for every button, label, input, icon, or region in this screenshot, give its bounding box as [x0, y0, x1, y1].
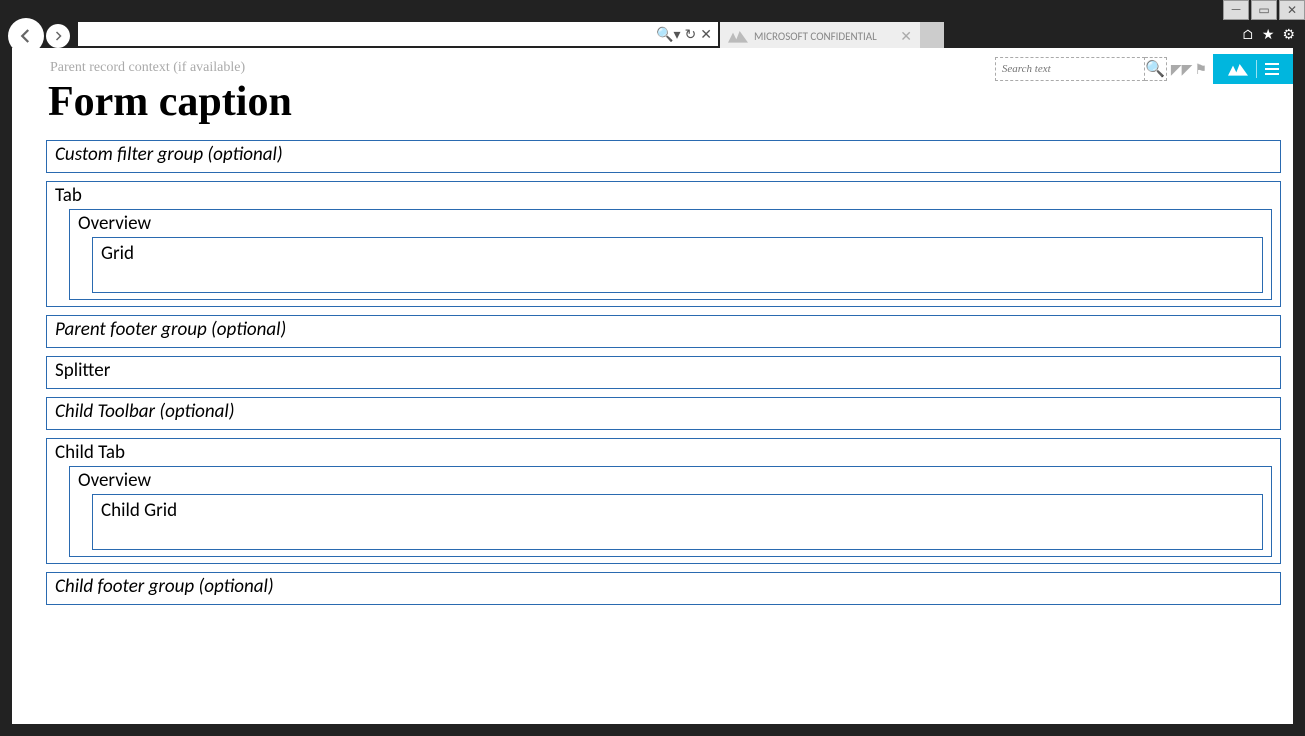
home-icon[interactable]: ⌂: [1242, 26, 1254, 43]
child-grid-label: Child Grid: [101, 499, 177, 522]
close-window-button[interactable]: ✕: [1279, 0, 1305, 20]
arrow-right-icon: [52, 30, 64, 42]
flag-left-icon[interactable]: ◤◤: [1171, 61, 1193, 78]
stop-icon[interactable]: ✕: [700, 26, 712, 43]
refresh-icon[interactable]: ↻: [685, 26, 697, 43]
logo-icon: [1228, 62, 1248, 76]
custom-filter-group: Custom filter group (optional): [46, 140, 1281, 173]
address-bar[interactable]: 🔍▾ ↻ ✕: [78, 22, 718, 46]
child-overview-label: Overview: [78, 469, 1263, 492]
child-tab-group: Child Tab Overview Child Grid: [46, 438, 1281, 564]
parent-footer-label: Parent footer group (optional): [55, 318, 286, 341]
child-overview-group: Overview Child Grid: [69, 466, 1272, 557]
splitter-label: Splitter: [55, 359, 110, 382]
tab-label: Tab: [55, 184, 1272, 207]
layout-groups: Custom filter group (optional) Tab Overv…: [46, 140, 1281, 716]
close-tab-icon[interactable]: ✕: [900, 28, 912, 45]
page-content: 🔍 ◤◤ ⚑ Parent record context (if availab…: [12, 48, 1293, 724]
overview-group: Overview Grid: [69, 209, 1272, 300]
overview-label: Overview: [78, 212, 1263, 235]
hamburger-icon: [1265, 63, 1279, 75]
app-menu[interactable]: [1213, 54, 1293, 84]
breadcrumb: Parent record context (if available): [50, 60, 245, 76]
search-icon[interactable]: 🔍: [1145, 57, 1167, 81]
custom-filter-label: Custom filter group (optional): [55, 143, 283, 166]
child-tab-label: Child Tab: [55, 441, 1272, 464]
separator: [1256, 60, 1257, 78]
child-grid-group: Child Grid: [92, 494, 1263, 550]
window-controls: — ▭ ✕: [1223, 0, 1305, 20]
arrow-left-icon: [17, 27, 35, 45]
child-toolbar-group: Child Toolbar (optional): [46, 397, 1281, 430]
parent-footer-group: Parent footer group (optional): [46, 315, 1281, 348]
window-top-strip: [0, 0, 1305, 20]
grid-group: Grid: [92, 237, 1263, 293]
browser-toolbar: 🔍▾ ↻ ✕ MICROSOFT CONFIDENTIAL ✕ ⌂ ★ ⚙: [0, 20, 1305, 48]
flag-right-icon[interactable]: ⚑: [1194, 61, 1207, 78]
maximize-button[interactable]: ▭: [1251, 0, 1277, 20]
page-title: Form caption: [48, 78, 292, 126]
browser-chrome-icons: ⌂ ★ ⚙: [1242, 26, 1295, 43]
flag-icons: ◤◤ ⚑: [1171, 61, 1207, 78]
forward-button[interactable]: [46, 24, 70, 48]
minimize-button[interactable]: —: [1223, 0, 1249, 20]
tab-logo-icon: [728, 29, 748, 43]
child-toolbar-label: Child Toolbar (optional): [55, 400, 235, 423]
grid-label: Grid: [101, 242, 134, 265]
splitter-group: Splitter: [46, 356, 1281, 389]
tab-group: Tab Overview Grid: [46, 181, 1281, 307]
content-toolbar: 🔍 ◤◤ ⚑: [995, 54, 1293, 84]
child-footer-label: Child footer group (optional): [55, 575, 274, 598]
browser-tab[interactable]: MICROSOFT CONFIDENTIAL ✕: [720, 22, 920, 50]
search-input[interactable]: [995, 57, 1145, 81]
search-dropdown-icon[interactable]: 🔍▾: [656, 26, 680, 43]
tab-label: MICROSOFT CONFIDENTIAL: [754, 30, 877, 43]
address-bar-icons: 🔍▾ ↻ ✕: [656, 26, 712, 43]
favorites-icon[interactable]: ★: [1262, 26, 1275, 43]
new-tab-stub[interactable]: [920, 22, 944, 50]
settings-icon[interactable]: ⚙: [1282, 26, 1295, 43]
child-footer-group: Child footer group (optional): [46, 572, 1281, 605]
